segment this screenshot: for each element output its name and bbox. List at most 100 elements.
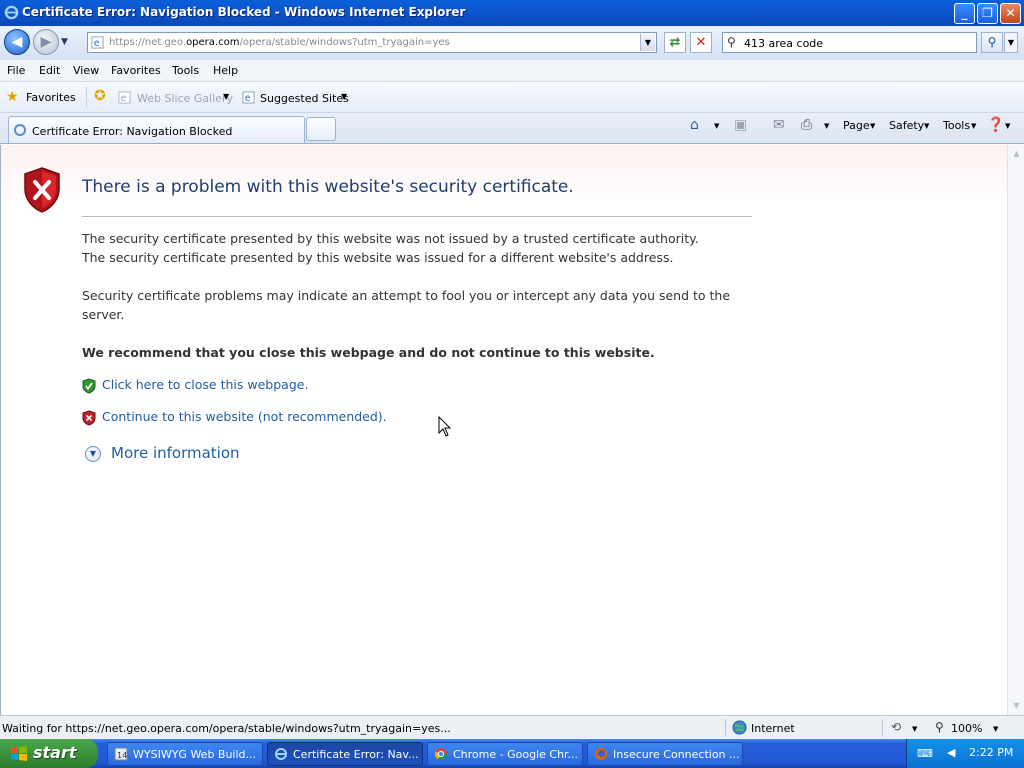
warning-explanation: Security certificate problems may indica… [82, 288, 731, 322]
menu-bar: File Edit View Favorites Tools Help [0, 60, 1024, 82]
chevron-down-icon: ▼ [1007, 38, 1015, 47]
start-label: start [33, 743, 77, 762]
menu-favorites[interactable]: Favorites [111, 64, 161, 77]
vertical-scrollbar[interactable]: ▲ ▼ [1007, 145, 1024, 715]
window-title: Certificate Error: Navigation Blocked - … [22, 5, 466, 19]
protected-mode-icon[interactable]: ⟲ [891, 720, 901, 734]
favorites-star-icon[interactable]: ★ [6, 89, 19, 105]
ie-logo-icon [4, 5, 19, 20]
restore-button[interactable]: ❐ [977, 3, 998, 24]
suggested-sites-link[interactable]: Suggested Sites [260, 92, 349, 105]
chevron-down-icon[interactable]: ▼ [971, 122, 976, 130]
recent-pages-dropdown[interactable]: ▼ [61, 37, 68, 47]
windows-flag-icon [11, 746, 27, 761]
add-to-favorites-icon[interactable]: ✪ [94, 88, 106, 104]
search-button[interactable]: ⚲ [981, 32, 1003, 53]
loading-icon [14, 124, 26, 136]
restore-icon: ❐ [982, 6, 993, 20]
home-icon[interactable]: ⌂ [690, 117, 699, 133]
tools-menu-button[interactable]: Tools [943, 119, 970, 132]
svg-text:14: 14 [117, 751, 127, 760]
divider [882, 719, 883, 737]
help-icon[interactable]: ❓ [987, 117, 1004, 133]
svg-text:e: e [245, 93, 251, 104]
page-content: There is a problem with this website's s… [0, 145, 1007, 715]
show-hidden-icons-icon[interactable]: ◀ [947, 746, 955, 759]
chevron-down-icon[interactable]: ▼ [223, 92, 229, 101]
chevron-down-icon[interactable]: ▼ [912, 725, 917, 733]
forward-button[interactable]: ▶ [33, 29, 59, 55]
taskbar-item-wysiwyg[interactable]: 14 WYSIWYG Web Build... [107, 742, 263, 766]
favorites-bar: ★ Favorites ✪ e Web Slice Gallery ▼ e Su… [0, 82, 1024, 113]
chevron-down-icon[interactable]: ▼ [341, 92, 347, 101]
chrome-icon [434, 748, 447, 761]
title-bar: Certificate Error: Navigation Blocked - … [0, 0, 1024, 26]
divider [86, 87, 87, 107]
chevron-down-icon[interactable]: ▼ [714, 122, 719, 130]
firefox-icon [595, 748, 607, 760]
print-icon[interactable]: ⎙ [801, 117, 812, 133]
taskbar-item-ie[interactable]: Certificate Error: Nav... [267, 742, 423, 766]
chevron-down-icon[interactable]: ▼ [924, 122, 929, 130]
taskbar: start 14 WYSIWYG Web Build... Certificat… [0, 739, 1024, 768]
search-value: 413 area code [744, 37, 824, 50]
refresh-icon: ⇄ [669, 35, 681, 50]
issue-address-mismatch: The security certificate presented by th… [82, 250, 674, 265]
menu-help[interactable]: Help [213, 64, 238, 77]
page-title: There is a problem with this website's s… [82, 177, 574, 197]
taskbar-item-chrome[interactable]: Chrome - Google Chr... [427, 742, 583, 766]
chevron-down-icon[interactable]: ▼ [824, 122, 829, 130]
magnifier-icon: ⚲ [987, 35, 997, 49]
chevron-down-icon[interactable]: ▼ [1005, 122, 1010, 130]
web-slice-icon: e [118, 91, 131, 104]
stop-icon: ✕ [695, 35, 707, 50]
suggested-sites-icon: e [242, 91, 255, 104]
menu-tools[interactable]: Tools [172, 64, 199, 77]
favorites-button[interactable]: Favorites [26, 91, 76, 104]
tab-row: Certificate Error: Navigation Blocked ⌂ … [0, 113, 1024, 144]
stop-button[interactable]: ✕ [690, 32, 712, 53]
chevron-down-icon[interactable]: ▼ [870, 122, 875, 130]
safety-menu-button[interactable]: Safety [889, 119, 924, 132]
back-button[interactable]: ◀ [4, 29, 30, 55]
menu-file[interactable]: File [7, 64, 25, 77]
start-button[interactable]: start [0, 739, 98, 768]
ie-icon [275, 748, 287, 760]
clock[interactable]: 2:22 PM [969, 746, 1013, 759]
svg-text:e: e [121, 93, 127, 104]
menu-view[interactable]: View [73, 64, 99, 77]
address-dropdown-button[interactable]: ▼ [640, 34, 655, 51]
feeds-icon[interactable]: ▣ [734, 117, 747, 133]
chevron-down-icon[interactable]: ▼ [993, 725, 998, 733]
zoom-level[interactable]: 100% [951, 722, 982, 735]
expand-chevron-icon[interactable]: ▼ [85, 446, 101, 462]
green-shield-check-icon [82, 378, 96, 394]
close-button[interactable]: ✕ [1000, 3, 1021, 24]
search-options-dropdown[interactable]: ▼ [1004, 32, 1018, 53]
continue-website-label[interactable]: Continue to this website (not recommende… [102, 409, 387, 424]
svg-text:e: e [94, 38, 100, 49]
web-slice-gallery-link[interactable]: Web Slice Gallery [137, 92, 233, 105]
tab-certificate-error[interactable]: Certificate Error: Navigation Blocked [8, 116, 305, 143]
close-webpage-label[interactable]: Click here to close this webpage. [102, 377, 308, 392]
more-information-label[interactable]: More information [111, 444, 240, 462]
refresh-button[interactable]: ⇄ [664, 32, 686, 53]
mail-icon[interactable]: ✉ [773, 117, 785, 133]
taskbar-item-label: Insecure Connection ... [613, 748, 739, 761]
new-tab-button[interactable] [306, 117, 336, 141]
issue-untrusted-authority: The security certificate presented by th… [82, 231, 699, 246]
page-menu-button[interactable]: Page [843, 119, 870, 132]
search-input[interactable]: ⚲ 413 area code [722, 32, 977, 53]
security-zone[interactable]: Internet [751, 722, 795, 735]
keyboard-icon[interactable]: ⌨ [917, 747, 933, 760]
taskbar-item-label: Certificate Error: Nav... [293, 748, 419, 761]
scroll-up-icon[interactable]: ▲ [1010, 147, 1023, 161]
address-bar[interactable]: e https://net.geo.opera.com/opera/stable… [87, 32, 657, 53]
url-prefix: https://net.geo. [109, 37, 187, 48]
minimize-button[interactable]: _ [954, 3, 975, 24]
scroll-down-icon[interactable]: ▼ [1010, 699, 1023, 713]
search-icon: ⚲ [727, 35, 736, 49]
zoom-icon[interactable]: ⚲ [935, 720, 944, 734]
menu-edit[interactable]: Edit [39, 64, 60, 77]
taskbar-item-firefox[interactable]: Insecure Connection ... [587, 742, 743, 766]
